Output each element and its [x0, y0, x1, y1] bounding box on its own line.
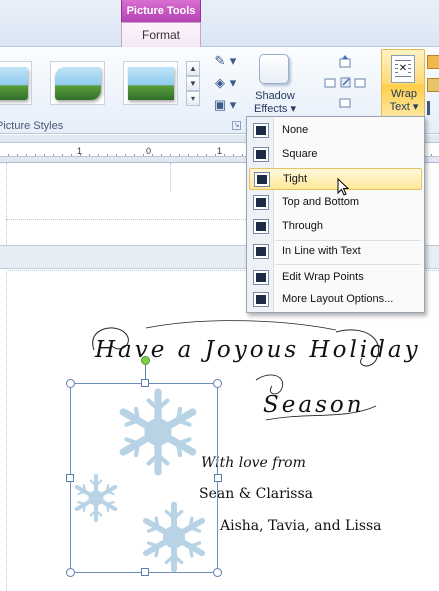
menu-item-tight[interactable]: Tight: [249, 168, 422, 190]
picture-style-thumbnail[interactable]: [0, 61, 32, 105]
rotate-handle[interactable]: [141, 356, 150, 365]
menu-item-label: None: [282, 124, 309, 136]
resize-handle-left[interactable]: [66, 474, 74, 482]
ribbon-tab-bar: [0, 0, 439, 47]
heading-line-2: Season: [263, 392, 365, 418]
margin-guide: [6, 163, 7, 245]
ruler-mark: 1: [77, 146, 83, 156]
shadow-effects-label-1: Shadow: [255, 90, 295, 102]
menu-item-label: Through: [282, 220, 323, 232]
wrap-none-icon: [253, 123, 269, 138]
wrap-square-icon: [253, 147, 269, 162]
picture-effects-icon[interactable]: ◈: [210, 74, 230, 92]
resize-handle-bottom-left[interactable]: [66, 568, 75, 577]
menu-item-through[interactable]: Through: [249, 216, 422, 238]
menu-item-in-line-with-text[interactable]: In Line with Text: [249, 241, 422, 263]
send-backward-icon[interactable]: [427, 78, 439, 92]
tab-format[interactable]: Format: [121, 22, 201, 48]
resize-handle-bottom[interactable]: [141, 568, 149, 576]
scroll-down-icon[interactable]: ▼: [186, 76, 200, 91]
dialog-launcher-icon[interactable]: ↘: [232, 121, 241, 130]
shadow-effects-label-2: Effects ▾: [253, 103, 296, 115]
wrap-text-icon: ✕: [391, 55, 415, 83]
gallery-scrollbar[interactable]: ▲ ▼ ▾: [186, 61, 200, 107]
picture-styles-group-label: Picture Styles: [0, 120, 64, 132]
menu-item-label: Edit Wrap Points: [282, 271, 364, 283]
wrap-top-bottom-icon: [253, 195, 269, 210]
picture-tools-context-tab: Picture Tools: [121, 0, 201, 22]
ruler-mark: 1: [217, 146, 223, 156]
shadow-effects-icon: [259, 54, 289, 84]
wrap-text-menu: None Square Tight Top and Bottom Through…: [246, 116, 425, 313]
wrap-text-label-2: Text ▾: [389, 101, 419, 113]
menu-item-label: In Line with Text: [282, 245, 361, 257]
menu-item-label: Top and Bottom: [282, 196, 360, 208]
edit-wrap-points-icon: [253, 270, 269, 285]
ruler-mark: 0: [146, 146, 152, 156]
resize-handle-top-right[interactable]: [213, 379, 222, 388]
wrap-inline-icon: [253, 244, 269, 259]
menu-item-more-layout-options[interactable]: More Layout Options...: [249, 289, 422, 311]
picture-style-thumbnail[interactable]: [50, 61, 105, 105]
menu-item-label: More Layout Options...: [282, 293, 394, 305]
shadow-effects-button[interactable]: Shadow Effects ▾: [250, 50, 300, 118]
menu-item-none[interactable]: None: [249, 120, 422, 142]
names-line-2: Aisha, Tavia, and Lissa: [220, 518, 382, 534]
shadow-nudge-icons[interactable]: [322, 55, 370, 113]
menu-item-square[interactable]: Square: [249, 144, 422, 166]
chevron-down-icon[interactable]: ▾: [228, 52, 238, 70]
menu-item-top-and-bottom[interactable]: Top and Bottom: [249, 192, 422, 214]
chevron-down-icon[interactable]: ▾: [228, 74, 238, 92]
picture-layout-icon[interactable]: ▣: [210, 96, 230, 114]
menu-separator: [275, 264, 421, 265]
align-icon[interactable]: [427, 101, 439, 115]
menu-item-label: Tight: [283, 173, 308, 185]
wrap-tight-icon: [254, 172, 270, 187]
menu-item-edit-wrap-points[interactable]: Edit Wrap Points: [249, 267, 422, 289]
margin-guide: [6, 270, 7, 591]
resize-handle-bottom-right[interactable]: [213, 568, 222, 577]
bring-forward-icon[interactable]: [427, 55, 439, 69]
margin-guide: [170, 163, 171, 191]
wrap-text-button[interactable]: ✕ Wrap Text ▾: [381, 49, 425, 119]
menu-item-label: Square: [282, 148, 318, 160]
gallery-more-icon[interactable]: ▾: [186, 91, 200, 106]
wrap-through-icon: [253, 219, 269, 234]
margin-guide: [6, 219, 246, 220]
resize-handle-top[interactable]: [141, 379, 149, 387]
wrap-text-label-1: Wrap: [390, 88, 418, 100]
mouse-cursor-icon: [337, 178, 349, 196]
picture-selection-frame: [70, 383, 218, 573]
scroll-up-icon[interactable]: ▲: [186, 61, 200, 76]
layout-options-icon: [253, 292, 269, 307]
picture-style-thumbnail[interactable]: [123, 61, 178, 105]
chevron-down-icon[interactable]: ▾: [228, 96, 238, 114]
resize-handle-top-left[interactable]: [66, 379, 75, 388]
resize-handle-right[interactable]: [214, 474, 222, 482]
picture-border-icon[interactable]: ✎: [210, 52, 230, 70]
